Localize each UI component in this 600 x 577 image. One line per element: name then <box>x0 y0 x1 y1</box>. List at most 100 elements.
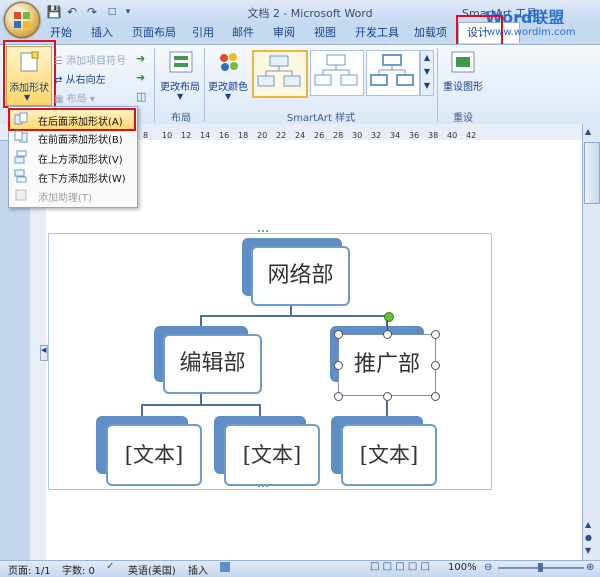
resize-handle[interactable] <box>334 330 343 339</box>
add-assistant-icon <box>15 189 27 201</box>
tab-page-layout[interactable]: 页面布局 <box>132 24 176 42</box>
quick-access-dropdown-icon[interactable]: ▾ <box>120 4 136 20</box>
ruler-tick-label: 30 <box>352 131 363 140</box>
change-layout-button[interactable]: 更改布局 ▼ <box>158 48 202 106</box>
macro-record-icon[interactable] <box>220 562 230 572</box>
demote-arrow-icon[interactable]: ➜ <box>136 71 145 84</box>
scrollbar-thumb[interactable] <box>584 142 600 204</box>
ruler-tick-label: 22 <box>276 131 287 140</box>
change-colors-button[interactable]: 更改颜色 ▼ <box>206 48 250 106</box>
office-button[interactable] <box>4 2 40 38</box>
tab-developer[interactable]: 开发工具 <box>355 24 399 42</box>
hierarchy-style-icon <box>257 55 301 87</box>
smartart-node-top[interactable]: 网络部 <box>251 246 350 306</box>
ruler-tick-label: 12 <box>181 131 192 140</box>
menu-item-add-before[interactable]: 在前面添加形状(B) <box>10 128 136 147</box>
zoom-out-icon[interactable]: ⊖ <box>484 562 492 573</box>
layout-tree-icon: ▦ <box>54 94 64 105</box>
gallery-more-icon: ▼ <box>423 81 431 90</box>
ruler-tick-label: 40 <box>447 131 458 140</box>
prev-page-icon[interactable]: ▲ <box>585 520 591 529</box>
scroll-up-icon[interactable]: ▲ <box>585 127 591 136</box>
smartart-styles-group-label: SmartArt 样式 <box>286 113 356 124</box>
tab-insert[interactable]: 插入 <box>91 24 113 42</box>
window-title: 文档 2 - Microsoft Word <box>247 7 373 20</box>
smartart-style-thumb-1[interactable] <box>252 50 308 98</box>
ruler-tick-label: 8 <box>143 131 149 140</box>
smartart-node-bottom-1[interactable]: [文本] <box>106 424 202 486</box>
right-to-left-label: 从右向左 <box>65 75 106 86</box>
tab-references[interactable]: 引用 <box>192 24 214 42</box>
smartart-style-thumb-3[interactable] <box>366 50 420 96</box>
resize-handle[interactable] <box>334 361 343 370</box>
promote-arrow-icon[interactable]: ➜ <box>136 52 145 65</box>
ruler-tick-label: 20 <box>257 131 268 140</box>
tab-mailings[interactable]: 邮件 <box>232 24 254 42</box>
ruler-tick-label: 14 <box>200 131 211 140</box>
ruler-tick-label: 34 <box>390 131 401 140</box>
resize-handle[interactable] <box>431 361 440 370</box>
resize-handle[interactable] <box>383 330 392 339</box>
reset-graphic-button[interactable]: 重设图形 <box>440 48 486 106</box>
reset-group-label: 重设 <box>453 113 473 124</box>
ruler-tick-label: 42 <box>466 131 477 140</box>
hierarchy-style-icon <box>314 54 358 86</box>
right-to-left-button[interactable]: ⇄ 从右向左 <box>54 71 106 86</box>
smartart-node-mid-right[interactable]: 推广部 <box>338 334 436 396</box>
next-page-icon[interactable]: ▼ <box>585 546 591 555</box>
scroll-up-icon: ▲ <box>423 53 431 62</box>
zoom-slider-thumb[interactable] <box>538 563 543 572</box>
smartart-node-bottom-3[interactable]: [文本] <box>341 424 437 486</box>
menu-item-label: 在下方添加形状(W) <box>38 174 126 185</box>
save-icon[interactable]: 💾 <box>46 4 62 20</box>
resize-handle[interactable] <box>334 392 343 401</box>
layout-dropdown[interactable]: ▦ 布局 ▾ <box>54 90 95 105</box>
proofing-icon[interactable]: ✓ <box>106 561 114 572</box>
smartart-style-thumb-2[interactable] <box>310 50 364 96</box>
ruler-tick-label: 26 <box>314 131 325 140</box>
add-bullet-label: 添加项目符号 <box>66 56 127 67</box>
zoom-in-icon[interactable]: ⊕ <box>586 562 594 573</box>
print-preview-icon[interactable]: □ <box>104 4 120 20</box>
resize-handle[interactable] <box>383 392 392 401</box>
smartart-node-bottom-2[interactable]: [文本] <box>224 424 320 486</box>
tab-add-ins[interactable]: 加载项 <box>414 24 447 42</box>
menu-item-add-below[interactable]: 在下方添加形状(W) <box>10 167 136 186</box>
ruler-tick-label: 28 <box>333 131 344 140</box>
rotation-handle-icon[interactable] <box>384 312 394 322</box>
swap-arrows-icon: ⇄ <box>54 75 63 86</box>
redo-icon[interactable]: ↷ <box>84 4 100 20</box>
menu-item-add-above[interactable]: 在上方添加形状(V) <box>10 148 136 167</box>
connector-line <box>200 315 388 317</box>
color-palette-icon <box>220 53 238 71</box>
reset-graphic-label: 重设图形 <box>443 82 483 93</box>
ruler-tick-label: 24 <box>295 131 306 140</box>
bullet-icon: ☰ <box>54 56 63 67</box>
frame-handle-top[interactable] <box>258 230 268 236</box>
menu-item-label: 在前面添加形状(B) <box>38 135 123 146</box>
menu-item-add-assistant: 添加助理(T) <box>10 186 136 205</box>
add-bullet-button[interactable]: ☰ 添加项目符号 <box>54 52 126 67</box>
tab-view[interactable]: 视图 <box>314 24 336 42</box>
browse-object-icon[interactable]: ● <box>585 533 592 542</box>
add-shape-highlight <box>3 40 56 108</box>
smartart-node-mid-left[interactable]: 编辑部 <box>163 334 262 394</box>
style-gallery-scroll[interactable]: ▲ ▼ ▼ <box>420 50 434 96</box>
tab-review[interactable]: 审阅 <box>273 24 295 42</box>
undo-icon[interactable]: ↶ <box>64 4 80 20</box>
add-after-icon <box>14 112 28 125</box>
zoom-level[interactable]: 100% <box>448 562 477 573</box>
dropdown-arrow-icon: ▾ <box>89 94 95 105</box>
text-pane-icon[interactable]: ◫ <box>136 90 146 103</box>
ruler-tick-label: 32 <box>371 131 382 140</box>
chevron-down-icon: ▼ <box>177 92 184 101</box>
chevron-down-icon: ▼ <box>225 92 232 101</box>
view-buttons[interactable]: □ □ □ □ □ <box>370 561 430 572</box>
scroll-down-icon: ▼ <box>423 67 431 76</box>
resize-handle[interactable] <box>431 392 440 401</box>
menu-item-label: 在后面添加形状(A) <box>38 117 123 128</box>
text-pane-toggle[interactable]: ◀ <box>40 345 48 361</box>
separator <box>437 48 438 122</box>
resize-handle[interactable] <box>431 330 440 339</box>
ruler-tick-label: 36 <box>409 131 420 140</box>
